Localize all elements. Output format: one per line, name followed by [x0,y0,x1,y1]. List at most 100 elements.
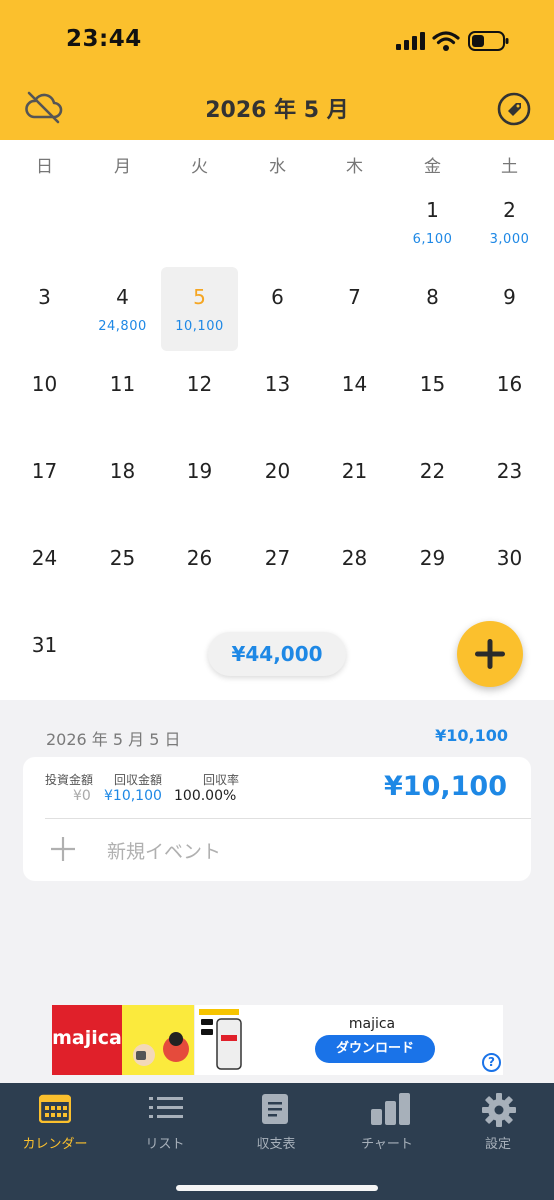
ad-banner[interactable]: majica majica ダウンロード ? [52,1005,503,1075]
ad-help-icon[interactable]: ? [482,1053,501,1072]
day-number: 21 [341,459,368,483]
app-header: 23:44 2026 年 5 月 [0,0,554,140]
bar-chart-icon [371,1093,410,1125]
day-cell-19[interactable]: 19 [160,441,239,528]
weekday-thu: 木 [346,157,363,177]
rate-value: 100.00% [174,788,237,804]
day-cell-16[interactable]: 16 [470,354,549,441]
weekday-sat: 土 [501,157,518,177]
day-number: 16 [496,372,523,396]
day-cell-27[interactable]: 27 [238,528,317,615]
tab-calendar[interactable]: カレンダー [0,1083,110,1163]
day-cell-2[interactable]: 2 3,000 [470,180,549,267]
day-cell-5-selected[interactable]: 5 10,100 [161,267,238,351]
day-cell-30[interactable]: 30 [470,528,549,615]
list-icon [149,1097,183,1118]
day-number: 11 [109,372,136,396]
tag-icon[interactable] [497,92,531,126]
ad-download-button[interactable]: ダウンロード [315,1035,435,1063]
day-number: 7 [348,285,361,309]
day-cell-12[interactable]: 12 [160,354,239,441]
day-cell-31[interactable]: 31 [5,615,84,702]
month-title[interactable]: 2026 年 5 月 [0,92,554,124]
day-cell-7[interactable]: 7 [315,267,394,354]
weekday-sun: 日 [36,157,53,177]
tab-balance-label: 収支表 [256,1137,296,1152]
day-number: 18 [109,459,136,483]
divider [45,818,531,819]
tab-list[interactable]: リスト [110,1083,220,1163]
day-cell-20[interactable]: 20 [238,441,317,528]
day-cell-26[interactable]: 26 [160,528,239,615]
rate-label: 回収率 [203,773,240,787]
day-cell-1[interactable]: 1 6,100 [393,180,472,267]
signal-icon [396,32,425,50]
day-number: 22 [419,459,446,483]
tab-balance[interactable]: 収支表 [221,1083,331,1163]
day-cell-8[interactable]: 8 [393,267,472,354]
ad-image [122,1005,194,1075]
day-cell-23[interactable]: 23 [470,441,549,528]
day-cell-24[interactable]: 24 [5,528,84,615]
weekday-mon: 月 [114,157,131,177]
day-cell-15[interactable]: 15 [393,354,472,441]
home-indicator [176,1185,378,1191]
tab-bar: カレンダー リスト 収支表 チャート 設定 [0,1083,554,1200]
day-number: 10 [31,372,58,396]
day-number: 31 [31,633,58,657]
new-event-button[interactable]: 新規イベント [107,837,221,864]
selected-date: 2026 年 5 月 5 日 [46,730,181,749]
add-button[interactable] [457,621,523,687]
day-number: 1 [426,198,439,222]
summary-card[interactable]: 投資金額 ¥0 回収金額 ¥10,100 回収率 100.00% ¥10,100… [23,757,531,881]
day-cell-21[interactable]: 21 [315,441,394,528]
day-number: 2 [503,198,516,222]
day-number: 26 [186,546,213,570]
day-number: 30 [496,546,523,570]
gear-icon [482,1093,516,1127]
selected-date-total: ¥10,100 [435,726,508,745]
day-cell-6[interactable]: 6 [238,267,317,354]
day-number: 29 [419,546,446,570]
battery-icon [468,31,509,51]
day-cell-13[interactable]: 13 [238,354,317,441]
day-cell-25[interactable]: 25 [83,528,162,615]
tab-chart[interactable]: チャート [332,1083,442,1163]
day-cell-4[interactable]: 4 24,800 [83,267,162,354]
day-cell-9[interactable]: 9 [470,267,549,354]
day-cell-14[interactable]: 14 [315,354,394,441]
day-number: 17 [31,459,58,483]
day-cell-28[interactable]: 28 [315,528,394,615]
weekday-fri: 金 [424,157,441,177]
day-cell-18[interactable]: 18 [83,441,162,528]
day-cell-17[interactable]: 17 [5,441,84,528]
day-cell-22[interactable]: 22 [393,441,472,528]
day-number: 15 [419,372,446,396]
day-number: 3 [38,285,51,309]
day-amount: 6,100 [412,232,453,247]
day-number: 14 [341,372,368,396]
tab-settings[interactable]: 設定 [443,1083,553,1163]
day-amount: 10,100 [175,319,224,334]
status-time: 23:44 [66,26,142,52]
day-number: 4 [116,285,129,309]
day-number: 23 [496,459,523,483]
ad-logo: majica [52,1005,122,1075]
return-value: ¥10,100 [104,788,162,804]
calendar-grid: 日 月 火 水 木 金 土 1 6,100 2 3,000 3 4 24,800… [0,140,554,700]
day-cell-10[interactable]: 10 [5,354,84,441]
day-number: 19 [186,459,213,483]
plus-icon[interactable] [49,835,77,863]
day-cell-11[interactable]: 11 [83,354,162,441]
day-cell-29[interactable]: 29 [393,528,472,615]
day-number: 28 [341,546,368,570]
day-cell-3[interactable]: 3 [5,267,84,354]
day-number: 24 [31,546,58,570]
calendar-icon [39,1094,71,1123]
month-total-pill[interactable]: ¥44,000 [208,632,346,676]
day-number: 27 [264,546,291,570]
tab-calendar-label: カレンダー [22,1137,88,1152]
tab-list-label: リスト [145,1137,185,1152]
event-amount: ¥10,100 [384,771,507,802]
day-number: 13 [264,372,291,396]
